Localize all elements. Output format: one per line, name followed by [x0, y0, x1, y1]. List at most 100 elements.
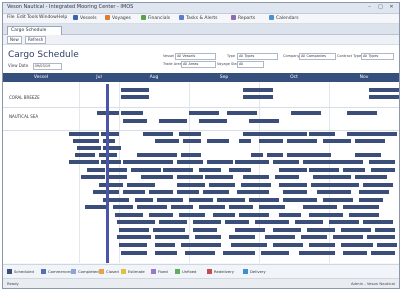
schedule-bar[interactable]: [255, 220, 289, 224]
schedule-bar[interactable]: [101, 160, 121, 164]
schedule-bar[interactable]: [343, 205, 379, 209]
schedule-bar[interactable]: [359, 190, 389, 194]
schedule-bar[interactable]: [77, 146, 101, 150]
schedule-bar[interactable]: [237, 190, 269, 194]
schedule-bar[interactable]: [273, 160, 299, 164]
schedule-bar[interactable]: [309, 213, 343, 217]
schedule-bar[interactable]: [303, 160, 363, 164]
schedule-bar[interactable]: [265, 235, 295, 239]
schedule-bar[interactable]: [287, 153, 331, 157]
schedule-bar[interactable]: [249, 119, 279, 123]
schedule-bar[interactable]: [259, 205, 285, 209]
trade-area-select[interactable]: All Areas: [181, 61, 216, 68]
schedule-bar[interactable]: [213, 213, 235, 217]
schedule-bar[interactable]: [149, 190, 173, 194]
schedule-bar[interactable]: [323, 139, 351, 143]
toolbar-vessels[interactable]: Vessels: [73, 15, 97, 22]
schedule-bar[interactable]: [121, 111, 143, 115]
schedule-bar[interactable]: [87, 168, 105, 172]
schedule-bar[interactable]: [329, 220, 359, 224]
toolbar-calendars[interactable]: Calendars: [269, 15, 299, 22]
schedule-bar[interactable]: [343, 251, 367, 255]
schedule-bar[interactable]: [69, 160, 99, 164]
schedule-bar[interactable]: [355, 153, 381, 157]
schedule-bar[interactable]: [217, 198, 245, 202]
schedule-bar[interactable]: [243, 95, 273, 99]
schedule-bar[interactable]: [73, 139, 99, 143]
schedule-bar[interactable]: [123, 190, 145, 194]
schedule-bar[interactable]: [155, 251, 177, 255]
schedule-bar[interactable]: [85, 205, 107, 209]
schedule-bar[interactable]: [123, 119, 147, 123]
schedule-bar[interactable]: [141, 175, 173, 179]
schedule-bar[interactable]: [231, 243, 267, 247]
schedule-bar[interactable]: [155, 139, 179, 143]
maximize-icon[interactable]: □: [376, 4, 385, 11]
menu-tools[interactable]: Tools: [27, 15, 38, 20]
schedule-bar[interactable]: [155, 243, 175, 247]
schedule-bar[interactable]: [193, 228, 217, 232]
schedule-bar[interactable]: [183, 139, 201, 143]
status-filter-select[interactable]: All: [237, 61, 264, 68]
schedule-bar[interactable]: [177, 160, 203, 164]
schedule-bar[interactable]: [189, 198, 213, 202]
schedule-bar[interactable]: [171, 205, 193, 209]
schedule-bar[interactable]: [193, 220, 221, 224]
schedule-bar[interactable]: [185, 251, 215, 255]
schedule-bar[interactable]: [243, 132, 307, 136]
vessel-filter-select[interactable]: All Vessels: [175, 53, 216, 60]
schedule-bar[interactable]: [355, 175, 387, 179]
schedule-bar[interactable]: [323, 198, 353, 202]
schedule-bar[interactable]: [273, 243, 303, 247]
schedule-bar[interactable]: [181, 153, 201, 157]
schedule-bar[interactable]: [359, 198, 383, 202]
schedule-bar[interactable]: [259, 139, 283, 143]
schedule-bar[interactable]: [121, 251, 147, 255]
schedule-bar[interactable]: [99, 183, 123, 187]
schedule-bar[interactable]: [243, 88, 273, 92]
schedule-bar[interactable]: [229, 168, 251, 172]
menu-help[interactable]: Help: [57, 15, 67, 20]
tab-cargo-schedule[interactable]: Cargo Schedule: [7, 26, 62, 35]
schedule-bar[interactable]: [275, 175, 299, 179]
minimize-icon[interactable]: –: [365, 4, 374, 11]
new-button[interactable]: New: [7, 36, 22, 44]
schedule-bar[interactable]: [177, 190, 199, 194]
schedule-bar[interactable]: [143, 132, 173, 136]
menu-window[interactable]: Window: [39, 15, 57, 20]
schedule-bar[interactable]: [81, 175, 105, 179]
schedule-bar[interactable]: [251, 153, 263, 157]
type-filter-select[interactable]: All Types: [237, 53, 278, 60]
schedule-bar[interactable]: [243, 175, 269, 179]
schedule-bar[interactable]: [239, 139, 251, 143]
schedule-bar[interactable]: [341, 228, 371, 232]
schedule-bar[interactable]: [261, 251, 289, 255]
schedule-bar[interactable]: [69, 132, 99, 136]
toolbar-voyages[interactable]: Voyages: [105, 15, 131, 22]
schedule-bar[interactable]: [207, 139, 229, 143]
schedule-bar[interactable]: [273, 228, 301, 232]
schedule-bar[interactable]: [377, 243, 397, 247]
schedule-bar[interactable]: [309, 132, 335, 136]
schedule-bar[interactable]: [279, 183, 307, 187]
refresh-button[interactable]: Refresh: [25, 36, 47, 44]
schedule-bar[interactable]: [159, 220, 187, 224]
schedule-bar[interactable]: [303, 205, 337, 209]
schedule-bar[interactable]: [371, 251, 395, 255]
schedule-bar[interactable]: [107, 168, 127, 172]
close-icon[interactable]: ✕: [387, 4, 396, 11]
schedule-bar[interactable]: [155, 235, 189, 239]
schedule-bar[interactable]: [313, 175, 351, 179]
schedule-bar[interactable]: [177, 175, 203, 179]
schedule-bar[interactable]: [179, 213, 205, 217]
schedule-bar[interactable]: [121, 95, 149, 99]
schedule-bar[interactable]: [283, 190, 307, 194]
schedule-bar[interactable]: [317, 190, 351, 194]
schedule-bar[interactable]: [229, 235, 255, 239]
menu-file[interactable]: File: [7, 15, 15, 20]
schedule-bar[interactable]: [207, 160, 233, 164]
schedule-bar[interactable]: [235, 228, 265, 232]
schedule-bar[interactable]: [199, 168, 221, 172]
contract-type-select[interactable]: All Types: [361, 53, 394, 60]
schedule-bar[interactable]: [299, 251, 335, 255]
